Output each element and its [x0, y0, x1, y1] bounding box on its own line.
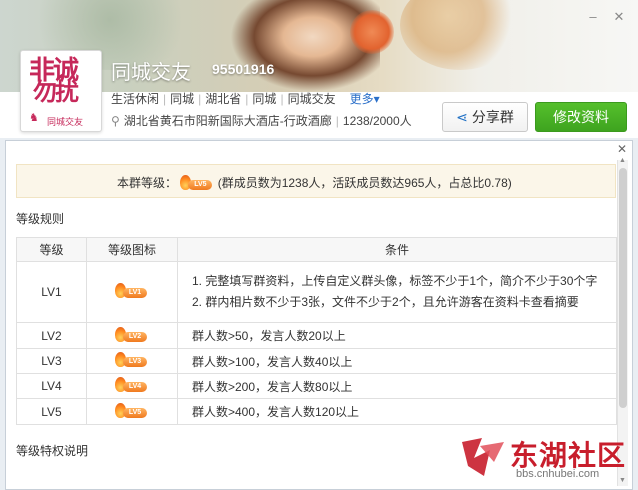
- privileges-title: 等级特权说明: [16, 444, 89, 458]
- level-icon-cell: LV2: [86, 322, 178, 349]
- condition-cell: 1. 完整填写群资料，上传自定义群头像，标签不少于1个，简介不少于30个字 2.…: [177, 261, 617, 323]
- rules-title: 等级规则: [16, 212, 65, 226]
- table-row: LV1 LV1 1. 完整填写群资料，上传自定义群头像，标签不少于1个，简介不少…: [16, 261, 617, 323]
- tag-item[interactable]: 同城交友: [288, 90, 336, 108]
- col-header-condition: 条件: [177, 237, 617, 262]
- banner-decoration: [400, 0, 520, 70]
- level-cell: LV3: [16, 348, 87, 374]
- group-level-summary: 本群等级： LV5 (群成员数为1238人，活跃成员数达965人，占总比0.78…: [16, 164, 616, 198]
- group-id: 95501916: [212, 61, 275, 77]
- close-icon[interactable]: ✕: [616, 143, 628, 155]
- level-icon-cell: LV3: [86, 348, 178, 374]
- group-location-row: ⚲ 湖北省黄石市阳新国际大酒店-行政酒廊 | 1238/2000人: [111, 114, 412, 128]
- group-location: 湖北省黄石市阳新国际大酒店-行政酒廊: [123, 114, 332, 128]
- kangaroo-icon: ♞: [29, 112, 39, 124]
- level-label: 本群等级：: [117, 176, 178, 190]
- condition-cell: 群人数>50，发言人数20以上: [177, 322, 617, 349]
- chevron-down-icon: ▾: [373, 92, 380, 106]
- location-pin-icon: ⚲: [111, 114, 120, 128]
- scrollbar-thumb[interactable]: [619, 168, 627, 408]
- banner-flower: [350, 10, 394, 54]
- logo-subtitle: 同城交友: [47, 117, 84, 127]
- level-detail: (群成员数为1238人，活跃成员数达965人，占总比0.78): [217, 176, 512, 190]
- tag-item[interactable]: 湖北省: [205, 90, 241, 108]
- level-icon-cell: LV4: [86, 373, 178, 399]
- group-tags: 生活休闲 | 同城 | 湖北省 | 同城 | 同城交友 更多 ▾: [111, 90, 380, 108]
- level-badge-icon: LV2: [115, 326, 149, 343]
- level-cell: LV5: [16, 398, 87, 425]
- minimize-icon[interactable]: –: [586, 10, 600, 24]
- level-rules-table: 等级 等级图标 条件 LV1 LV1 1. 完整填写群资料，上传自定义群头像，标…: [16, 237, 617, 425]
- member-count: 1238/2000人: [342, 114, 412, 128]
- watermark-logo-icon: [462, 438, 504, 476]
- share-group-button[interactable]: ⋖ 分享群: [442, 102, 528, 132]
- condition-cell: 群人数>200，发言人数80以上: [177, 373, 617, 399]
- level-badge-icon: LV1: [115, 283, 149, 299]
- tag-item[interactable]: 生活休闲: [111, 90, 159, 108]
- col-header-icon: 等级图标: [86, 237, 178, 262]
- group-name: 同城交友: [111, 62, 191, 84]
- level-icon-cell: LV1: [86, 261, 178, 323]
- watermark-url: bbs.cnhubei.com: [516, 468, 600, 480]
- tag-item[interactable]: 同城: [170, 90, 194, 108]
- edit-profile-button[interactable]: 修改资料: [535, 102, 627, 132]
- level-cell: LV4: [16, 373, 87, 399]
- more-tags-link[interactable]: 更多 ▾: [350, 90, 380, 108]
- share-icon: ⋖: [456, 109, 468, 125]
- level-badge-icon: LV5: [115, 402, 149, 419]
- table-row: LV4 LV4 群人数>200，发言人数80以上: [16, 373, 617, 399]
- level-badge-icon: LV4: [115, 377, 149, 393]
- level-cell: LV1: [16, 261, 87, 323]
- watermark: 东湖社区 bbs.cnhubei.com: [460, 434, 635, 490]
- scroll-up-arrow-icon[interactable]: ▲: [617, 156, 628, 166]
- condition-cell: 群人数>100，发言人数40以上: [177, 348, 617, 374]
- table-row: LV3 LV3 群人数>100，发言人数40以上: [16, 348, 617, 374]
- level-cell: LV2: [16, 322, 87, 349]
- close-window-icon[interactable]: ✕: [612, 10, 626, 24]
- tag-item[interactable]: 同城: [252, 90, 276, 108]
- condition-cell: 群人数>400，发言人数120以上: [177, 398, 617, 425]
- level-icon-cell: LV5: [86, 398, 178, 425]
- col-header-level: 等级: [16, 237, 87, 262]
- table-row: LV5 LV5 群人数>400，发言人数120以上: [16, 398, 617, 425]
- group-avatar[interactable]: 非诚 勿扰 ♞ 同城交友: [20, 50, 102, 132]
- table-row: LV2 LV2 群人数>50，发言人数20以上: [16, 322, 617, 349]
- level-badge-icon: LV5: [180, 174, 214, 191]
- level-badge-icon: LV3: [115, 352, 149, 368]
- logo-text-line2: 勿扰: [33, 79, 79, 106]
